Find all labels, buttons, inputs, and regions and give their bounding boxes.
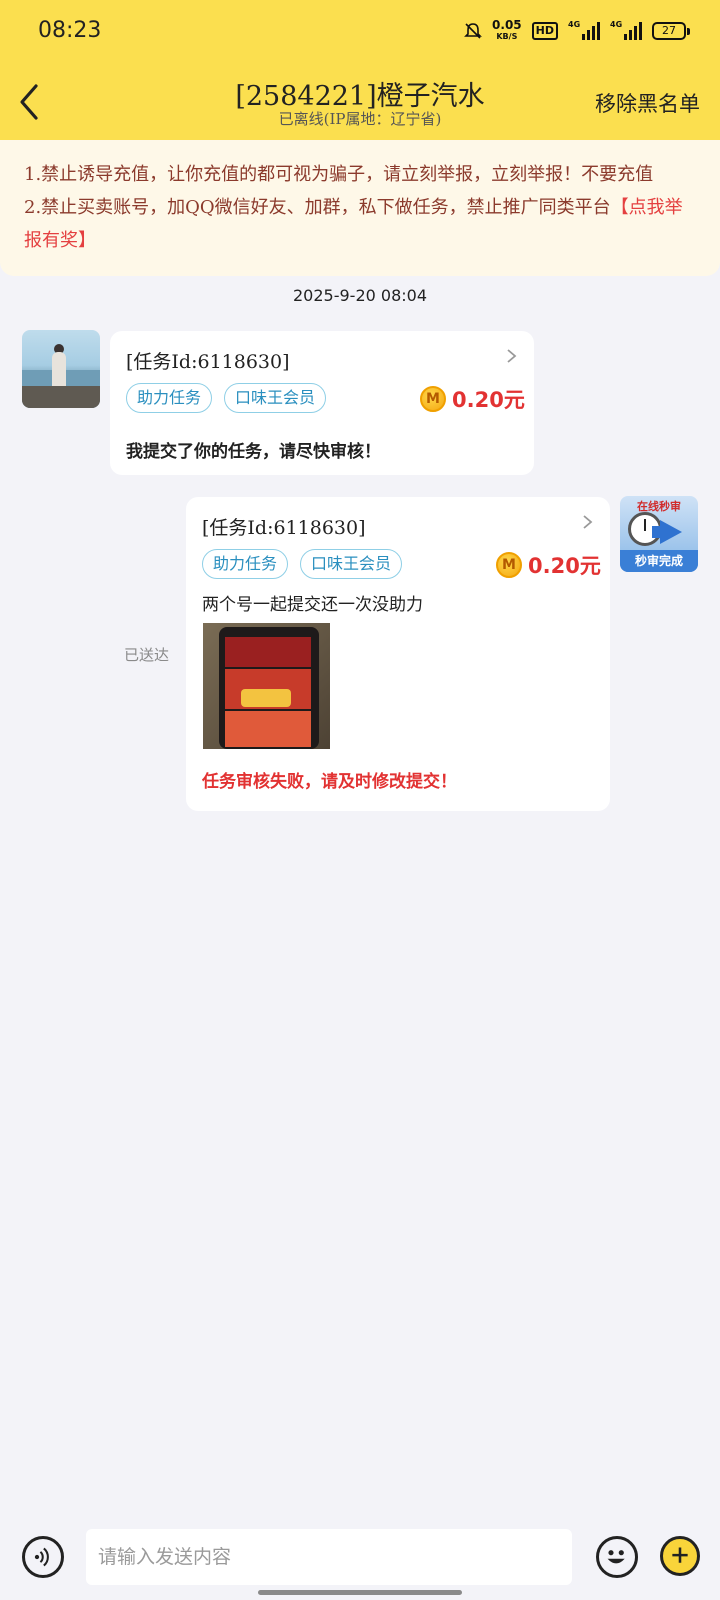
signal-sim2-icon: 4G — [610, 20, 642, 40]
task-card-outgoing[interactable]: [任务Id:6118630] 助力任务 口味王会员 M 0.20元 两个号一起提… — [186, 497, 610, 811]
bell-muted-icon — [464, 23, 482, 39]
battery-icon: 27 — [652, 22, 690, 40]
rules-notice: 1.禁止诱导充值，让你充值的都可视为骗子，请立刻举报，立刻举报！不要充值 2.禁… — [0, 140, 720, 276]
avatar[interactable] — [22, 330, 100, 408]
notice-line-1: 1.禁止诱导充值，让你充值的都可视为骗子，请立刻举报，立刻举报！不要充值 — [24, 164, 654, 185]
remove-blacklist-button[interactable]: 移除黑名单 — [595, 88, 700, 118]
input-bar — [0, 1520, 720, 1600]
signal-sim1-icon: 4G — [568, 20, 600, 40]
coin-icon: M — [420, 386, 446, 412]
chevron-right-icon[interactable] — [504, 349, 518, 363]
hd-badge: HD — [531, 22, 558, 40]
arrow-right-icon — [660, 520, 682, 544]
net-speed: 0.05 KB/S — [492, 18, 522, 41]
task-tag: 口味王会员 — [300, 549, 403, 579]
message-input[interactable] — [86, 1529, 572, 1585]
home-indicator[interactable] — [258, 1590, 462, 1595]
task-price: 0.20元 — [528, 554, 601, 578]
voice-icon[interactable] — [22, 1536, 64, 1578]
message-text: 我提交了你的任务，请尽快审核！ — [126, 442, 381, 462]
task-tag: 助力任务 — [202, 549, 289, 579]
chevron-right-icon[interactable] — [580, 515, 594, 529]
header-bar: 08:23 0.05 KB/S HD 4G 4G 27 [2584221]橙子汽… — [0, 0, 720, 140]
message-text: 两个号一起提交还一次没助力 — [202, 595, 423, 615]
task-price: 0.20元 — [452, 388, 525, 412]
status-icons: 0.05 KB/S HD 4G 4G 27 — [464, 18, 690, 42]
message-timestamp: 2025-9-20 08:04 — [293, 286, 427, 305]
task-id: [任务Id:6118630] — [202, 517, 366, 539]
review-failed-text: 任务审核失败，请及时修改提交！ — [202, 772, 457, 792]
delivery-status: 已送达 — [124, 646, 170, 664]
task-id: [任务Id:6118630] — [126, 351, 290, 373]
emoji-icon[interactable] — [596, 1536, 638, 1578]
coin-icon: M — [496, 552, 522, 578]
task-tag: 助力任务 — [126, 383, 213, 413]
screenshot-thumbnail[interactable] — [203, 623, 330, 749]
task-tag: 口味王会员 — [224, 383, 327, 413]
plus-icon[interactable] — [660, 1536, 700, 1576]
audit-badge-avatar[interactable]: 在线秒审 秒审完成 — [620, 496, 698, 572]
task-card-incoming[interactable]: [任务Id:6118630] 助力任务 口味王会员 M 0.20元 我提交了你的… — [110, 331, 534, 475]
status-time: 08:23 — [38, 18, 102, 43]
notice-line-2: 2.禁止买卖账号，加QQ微信好友、加群，私下做任务，禁止推广同类平台【点我举报有… — [24, 197, 683, 251]
